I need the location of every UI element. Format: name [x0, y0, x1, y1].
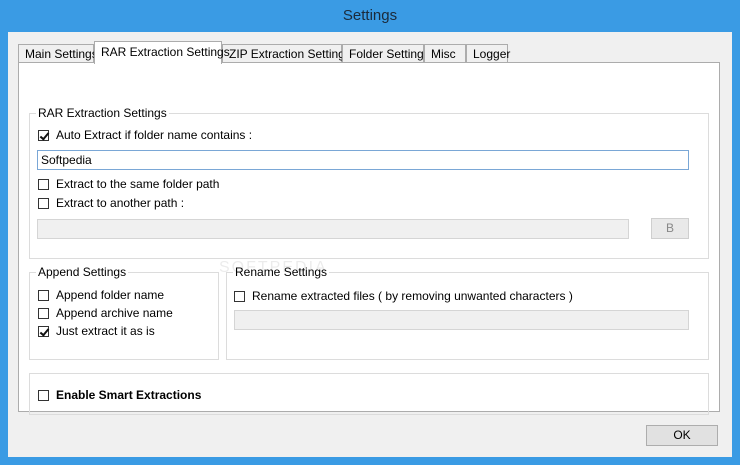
rename-files-checkbox[interactable] [234, 290, 245, 302]
append-folder-name-checkbox[interactable] [38, 289, 49, 301]
browse-button[interactable]: B [651, 218, 689, 239]
tab-main-settings[interactable]: Main Settings [18, 44, 98, 63]
another-path-input[interactable] [37, 219, 629, 239]
same-folder-checkbox[interactable] [38, 178, 49, 190]
same-folder-label: Extract to the same folder path [56, 177, 220, 191]
tab-folder-settings[interactable]: Folder Settings [342, 44, 430, 63]
append-archive-name-checkbox[interactable] [38, 307, 49, 319]
window-title: Settings [342, 7, 398, 24]
rar-group-legend: RAR Extraction Settings [36, 106, 169, 120]
rar-extraction-group: RAR Extraction Settings Auto Extract if … [29, 106, 709, 259]
folder-name-contains-input[interactable] [37, 150, 689, 170]
just-extract-checkbox[interactable] [38, 325, 49, 337]
append-archive-name-label: Append archive name [56, 306, 173, 320]
smart-extraction-group: Enable Smart Extractions [29, 373, 709, 415]
another-path-row[interactable]: Extract to another path : [38, 195, 184, 211]
tab-logger[interactable]: Logger [466, 44, 510, 63]
tab-misc[interactable]: Misc [424, 44, 466, 63]
rename-pattern-input[interactable] [234, 310, 689, 330]
append-folder-name-label: Append folder name [56, 288, 165, 302]
settings-window: Settings Main Settings RAR Extraction Se… [0, 0, 740, 465]
append-folder-name-row[interactable]: Append folder name [38, 287, 164, 303]
auto-extract-row[interactable]: Auto Extract if folder name contains : [38, 127, 252, 143]
append-archive-name-row[interactable]: Append archive name [38, 305, 173, 321]
auto-extract-checkbox[interactable] [38, 129, 49, 141]
another-path-checkbox[interactable] [38, 197, 49, 209]
smart-extraction-label: Enable Smart Extractions [56, 388, 202, 402]
just-extract-label: Just extract it as is [56, 324, 155, 338]
rename-group-legend: Rename Settings [233, 265, 330, 279]
tab-zip-extraction-settings[interactable]: ZIP Extraction Settings [222, 44, 351, 63]
client-area: Main Settings RAR Extraction Settings ZI… [8, 32, 732, 457]
rename-files-row[interactable]: Rename extracted files ( by removing unw… [234, 288, 573, 304]
rename-files-label: Rename extracted files ( by removing unw… [252, 289, 573, 303]
smart-extraction-row[interactable]: Enable Smart Extractions [38, 387, 201, 403]
append-settings-group: Append Settings Append folder name Appen… [29, 265, 219, 360]
ok-button[interactable]: OK [646, 425, 718, 446]
same-folder-row[interactable]: Extract to the same folder path [38, 176, 219, 192]
auto-extract-label: Auto Extract if folder name contains : [56, 128, 253, 142]
append-group-legend: Append Settings [36, 265, 129, 279]
just-extract-row[interactable]: Just extract it as is [38, 323, 155, 339]
rename-settings-group: Rename Settings Rename extracted files (… [226, 265, 709, 360]
tab-rar-extraction-settings[interactable]: RAR Extraction Settings [94, 41, 230, 64]
smart-extraction-checkbox[interactable] [38, 389, 49, 401]
rar-tab-panel: RAR Extraction Settings Auto Extract if … [18, 62, 720, 415]
another-path-label: Extract to another path : [56, 196, 185, 210]
